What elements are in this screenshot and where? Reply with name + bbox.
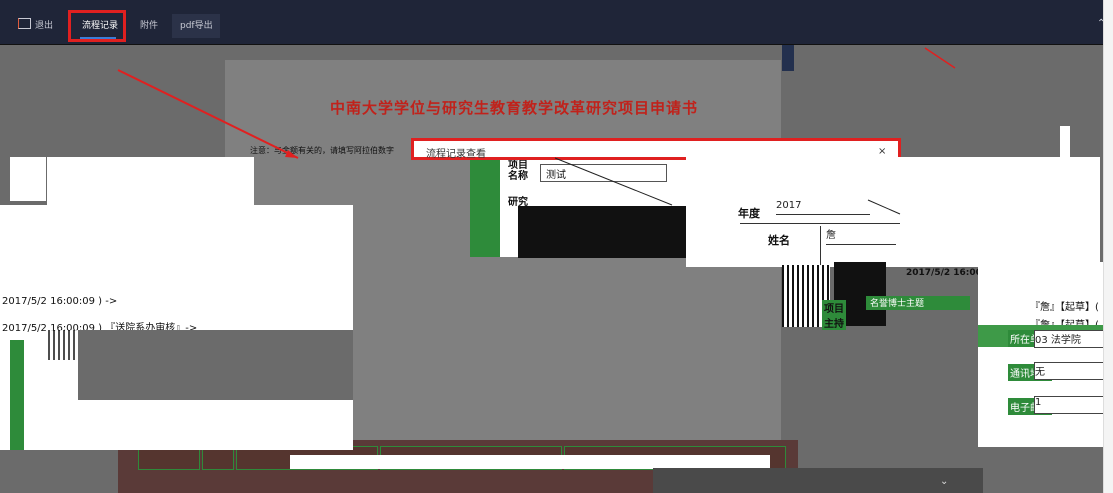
dialog-title: 流程记录查看 bbox=[426, 149, 486, 160]
year-field[interactable]: 2017 bbox=[776, 200, 870, 215]
overlay-fragment bbox=[78, 330, 353, 400]
year-label: 年度 bbox=[738, 207, 760, 220]
name-field[interactable]: 詹 bbox=[826, 226, 896, 245]
project-name-value: 测试 bbox=[546, 170, 566, 181]
overlay-fragment bbox=[10, 157, 46, 201]
document-scroll-marker bbox=[782, 45, 794, 71]
overlay-fragment bbox=[1060, 126, 1070, 158]
divider bbox=[740, 223, 900, 224]
document-note: 注意：与金额有关的，请填写阿拉伯数字 bbox=[250, 146, 394, 155]
overlay-fragment bbox=[653, 468, 983, 493]
honor-tag: 名誉博士主题 bbox=[866, 296, 970, 310]
exit-icon bbox=[18, 18, 31, 29]
project-name-label: 项目 名称 bbox=[508, 160, 528, 182]
log-line: 2017/5/2 16:00:09 ) -> bbox=[2, 296, 118, 307]
log-line: 『詹』【起草】( bbox=[1030, 302, 1099, 313]
overlay-fragment bbox=[290, 455, 770, 469]
dialog-side-bar bbox=[470, 157, 500, 257]
address-field[interactable]: 无 bbox=[1034, 362, 1106, 380]
pdf-export-button[interactable]: pdf导出 bbox=[176, 18, 217, 34]
exit-label: 退出 bbox=[35, 21, 54, 31]
exit-button[interactable]: 退出 bbox=[14, 18, 57, 34]
scrollbar[interactable] bbox=[1103, 0, 1113, 493]
project-host-label: 项目 主持 bbox=[822, 300, 846, 330]
name-label: 姓名 bbox=[768, 234, 790, 247]
document-title: 中南大学学位与研究生教育教学改革研究项目申请书 bbox=[330, 99, 699, 117]
form-side-bar bbox=[10, 340, 24, 450]
chevron-down-icon[interactable]: ⌄ bbox=[940, 476, 954, 488]
email-field[interactable]: 1 bbox=[1034, 396, 1106, 414]
contact-panel bbox=[978, 262, 1103, 447]
dialog-dark-region bbox=[518, 206, 700, 258]
highlight-box-flow-button bbox=[68, 10, 126, 42]
divider bbox=[820, 226, 821, 266]
top-toolbar bbox=[0, 0, 1103, 45]
unit-field[interactable]: 03 法学院 bbox=[1034, 330, 1106, 348]
attachment-button[interactable]: 附件 bbox=[136, 18, 162, 34]
close-icon[interactable]: × bbox=[878, 146, 886, 157]
